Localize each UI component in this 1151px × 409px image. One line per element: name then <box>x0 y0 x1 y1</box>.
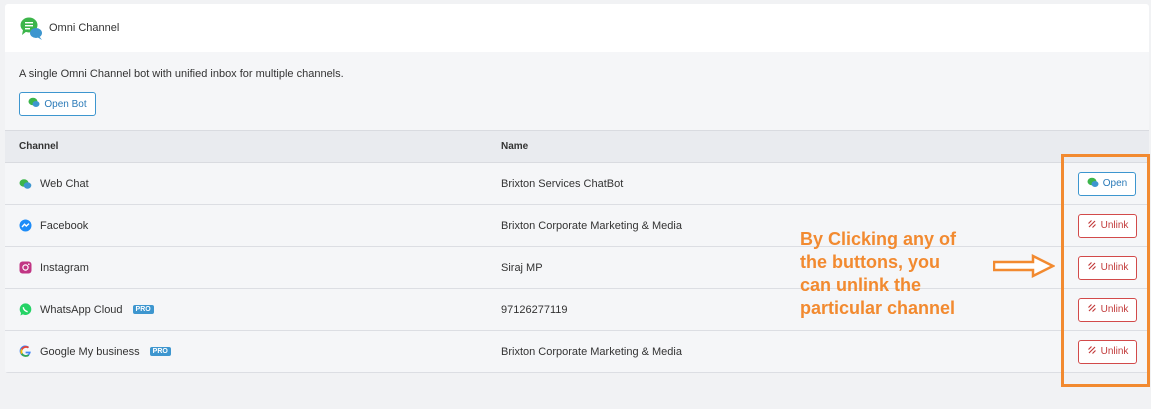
table-row: Google My business PRO Brixton Corporate… <box>5 331 1149 373</box>
bot-name: 97126277119 <box>501 303 568 316</box>
page-title: Omni Channel <box>49 22 120 34</box>
instagram-icon <box>19 261 32 274</box>
column-header-channel: Channel <box>19 141 59 152</box>
annotation-line: particular channel <box>800 298 956 318</box>
description-text: A single Omni Channel bot with unified i… <box>19 68 344 80</box>
card-header: Omni Channel <box>5 4 1149 52</box>
google-icon <box>19 345 32 358</box>
column-header-name: Name <box>501 141 529 152</box>
channels-table: Channel Name Web Chat Brixton Services C… <box>5 130 1149 373</box>
channel-name: Facebook <box>40 219 89 232</box>
channel-name: Instagram <box>40 261 89 274</box>
table-row: Facebook Brixton Corporate Marketing & M… <box>5 205 1149 247</box>
channel-name: Google My business <box>40 345 140 358</box>
bot-name: Brixton Corporate Marketing & Media <box>501 219 682 232</box>
channel-name: Web Chat <box>40 177 89 190</box>
whatsapp-icon <box>19 303 32 316</box>
open-bot-label: Open Bot <box>44 98 87 110</box>
bot-name: Brixton Services ChatBot <box>501 177 624 190</box>
open-bot-button[interactable]: Open Bot <box>19 92 96 116</box>
messenger-icon <box>19 219 32 232</box>
chat-bubbles-icon <box>19 15 45 41</box>
pro-badge: PRO <box>149 347 171 356</box>
pro-badge: PRO <box>132 305 154 314</box>
annotation-highlight-box <box>1061 154 1150 387</box>
table-row: Instagram Siraj MP Unlink <box>5 247 1149 289</box>
table-header: Channel Name <box>5 131 1149 163</box>
annotation-line: can unlink the <box>800 275 922 295</box>
bot-name: Siraj MP <box>501 261 543 274</box>
webchat-icon <box>19 177 32 190</box>
omni-channel-card: Omni Channel A single Omni Channel bot w… <box>5 4 1149 373</box>
annotation-line: the buttons, you <box>800 252 940 272</box>
bot-name: Brixton Corporate Marketing & Media <box>501 345 682 358</box>
table-row: Web Chat Brixton Services ChatBot Open <box>5 163 1149 205</box>
chat-bubbles-icon <box>28 97 40 111</box>
annotation-text: By Clicking any of the buttons, you can … <box>800 228 956 320</box>
table-row: WhatsApp Cloud PRO 97126277119 Unlink <box>5 289 1149 331</box>
arrow-right-icon <box>992 253 1056 283</box>
annotation-line: By Clicking any of <box>800 229 957 249</box>
channel-name: WhatsApp Cloud <box>40 303 123 316</box>
